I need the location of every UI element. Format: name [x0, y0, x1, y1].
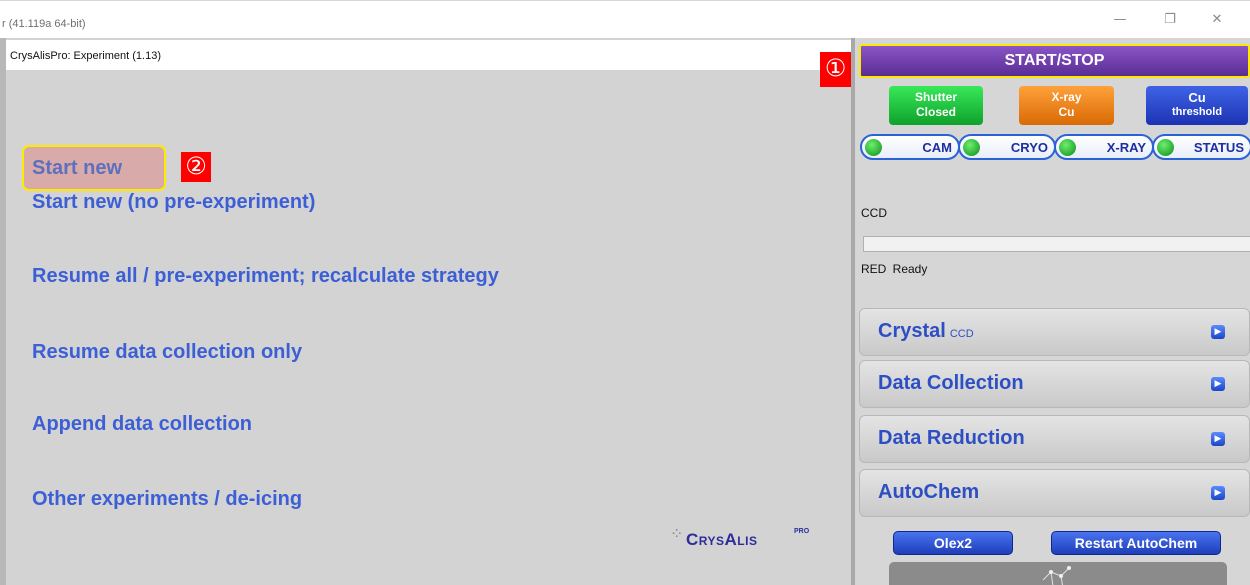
- xray-line2: Cu: [1058, 105, 1075, 119]
- shutter-line1: Shutter: [915, 90, 957, 104]
- start-new-no-pre-experiment-link[interactable]: Start new (no pre-experiment): [32, 191, 315, 214]
- cryo-status-label: CRYO: [1010, 140, 1048, 155]
- xray-status-pill[interactable]: X-RAY: [1054, 134, 1154, 160]
- expand-arrow-icon[interactable]: ▶: [1211, 325, 1225, 339]
- resume-data-collection-link[interactable]: Resume data collection only: [32, 341, 302, 364]
- annotation-badge-1: ①: [820, 52, 851, 87]
- ccd-progress-bar: [863, 236, 1250, 252]
- structure-preview: [889, 562, 1227, 585]
- cu-threshold-button[interactable]: Cu threshold: [1146, 86, 1248, 125]
- shutter-status-button[interactable]: Shutter Closed: [889, 86, 983, 125]
- minimize-button[interactable]: —: [1110, 11, 1130, 29]
- status-status-label: STATUS: [1193, 140, 1244, 155]
- logo-crystal-icon: ⁘: [670, 524, 683, 543]
- section-crystal[interactable]: Crystal CCD ▶: [859, 308, 1250, 356]
- other-experiments-link[interactable]: Other experiments / de-icing: [32, 488, 302, 511]
- cryo-status-pill[interactable]: CRYO: [958, 134, 1056, 160]
- section-data-reduction[interactable]: Data Reduction ▶: [859, 415, 1250, 463]
- section-autochem-title: AutoChem: [878, 481, 980, 503]
- experiment-pane: CrysAlisPro: Experiment (1.13) Start new…: [0, 38, 851, 585]
- annotation-badge-2: ②: [181, 152, 211, 182]
- expand-arrow-icon[interactable]: ▶: [1211, 486, 1225, 500]
- xray-line1: X-ray: [1051, 90, 1082, 104]
- green-led-icon: [1157, 139, 1174, 156]
- cam-status-label: CAM: [922, 140, 952, 155]
- start-stop-button[interactable]: START/STOP: [859, 44, 1250, 78]
- xray-status-label: X-RAY: [1106, 140, 1146, 155]
- expand-arrow-icon[interactable]: ▶: [1211, 432, 1225, 446]
- cu-line1: Cu: [1188, 90, 1206, 105]
- green-led-icon: [865, 139, 882, 156]
- append-data-collection-link[interactable]: Append data collection: [32, 413, 252, 436]
- experiment-header-title: CrysAlisPro: Experiment (1.13): [10, 50, 161, 62]
- maximize-button[interactable]: ❐: [1160, 11, 1180, 29]
- green-led-icon: [1059, 139, 1076, 156]
- logo-superscript: PRO: [794, 528, 810, 535]
- experiment-header: CrysAlisPro: Experiment (1.13): [6, 40, 851, 70]
- ready-status: RED Ready: [861, 262, 928, 276]
- green-led-icon: [963, 139, 980, 156]
- detector-label: CCD: [861, 206, 887, 220]
- shutter-line2: Closed: [915, 105, 956, 119]
- restart-autochem-button[interactable]: Restart AutoChem: [1051, 531, 1221, 555]
- cam-status-pill[interactable]: CAM: [860, 134, 960, 160]
- molecule-preview-icon: [1042, 566, 1071, 585]
- resume-all-link[interactable]: Resume all / pre-experiment; recalculate…: [32, 265, 499, 288]
- section-crystal-title: Crystal CCD: [878, 320, 974, 343]
- xray-source-button[interactable]: X-ray Cu: [1019, 86, 1114, 125]
- start-stop-label: START/STOP: [1004, 52, 1105, 69]
- crystal-subtitle: CCD: [949, 328, 974, 340]
- olex2-button[interactable]: Olex2: [893, 531, 1013, 555]
- close-button[interactable]: ✕: [1207, 11, 1227, 29]
- cu-line2: threshold: [1171, 106, 1223, 118]
- start-new-button[interactable]: Start new: [22, 145, 166, 191]
- status-status-pill[interactable]: STATUS: [1152, 134, 1250, 160]
- section-data-collection-title: Data Collection: [878, 372, 1024, 394]
- section-data-reduction-title: Data Reduction: [878, 427, 1025, 449]
- expand-arrow-icon[interactable]: ▶: [1211, 377, 1225, 391]
- pane-edge: [0, 38, 6, 585]
- crystal-title-text: Crystal: [878, 320, 946, 342]
- section-autochem[interactable]: AutoChem ▶: [859, 469, 1250, 517]
- crysalis-logo: ⁘ CrysAlis PRO: [670, 522, 820, 562]
- window-title: r (41.119a 64-bit): [2, 18, 86, 30]
- window-titlebar: r (41.119a 64-bit) — ❐ ✕: [0, 0, 1250, 38]
- instrument-control-pane: START/STOP Shutter Closed X-ray Cu Cu th…: [851, 38, 1250, 585]
- start-new-label: Start new: [32, 157, 123, 179]
- logo-text: CrysAlis: [686, 530, 758, 549]
- section-data-collection[interactable]: Data Collection ▶: [859, 360, 1250, 408]
